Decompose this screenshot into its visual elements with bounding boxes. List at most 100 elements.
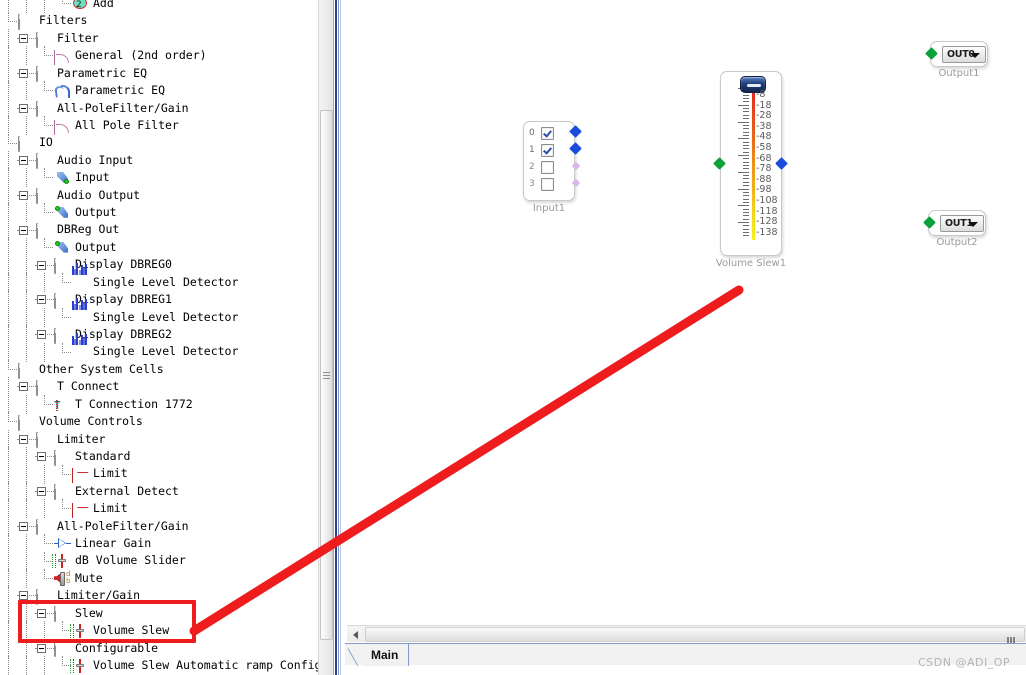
tree-expander-collapse[interactable] xyxy=(35,448,54,465)
tree-item-io[interactable]: IO xyxy=(0,133,318,153)
input1-row-1[interactable]: 1 xyxy=(524,143,574,160)
tree-guide xyxy=(0,603,18,623)
tree-item-display-dbreg1[interactable]: Display DBREG1 xyxy=(0,290,318,310)
tree-expander-collapse[interactable] xyxy=(17,222,36,239)
volume-slew-scale-label: -78 xyxy=(756,163,772,175)
tree-expander-collapse[interactable] xyxy=(17,65,36,82)
tree-item-mute[interactable]: d b Mute xyxy=(0,569,318,589)
tree-item-single-level-detector[interactable]: Single Level Detector xyxy=(0,263,318,292)
input1-checkbox[interactable] xyxy=(541,144,554,157)
tree-item-filter[interactable]: Filter xyxy=(0,29,318,49)
tree-item-all-polefilter-gain[interactable]: All-PoleFilter/Gain xyxy=(0,98,318,118)
tree-guide xyxy=(0,255,18,275)
tree-guide xyxy=(0,638,18,658)
tree-item-output[interactable]: Output xyxy=(0,203,318,223)
tree-item-db-volume-slider[interactable]: dB Volume Slider xyxy=(0,551,318,571)
input1-row-0[interactable]: 0 xyxy=(524,126,574,143)
tree-expander-collapse[interactable] xyxy=(17,30,36,47)
pane-splitter[interactable] xyxy=(333,0,345,675)
tree-guide xyxy=(0,342,18,362)
tree-guide xyxy=(18,238,36,258)
tree-item-standard[interactable]: Standard xyxy=(0,447,318,467)
tree-item-dbreg-out[interactable]: DBReg Out xyxy=(0,220,318,240)
t-connect-icon: T xyxy=(54,399,61,413)
canvas-hscroll-thumb[interactable] xyxy=(365,627,1025,645)
tree-guide xyxy=(0,621,18,641)
tree-item-filters[interactable]: Filters xyxy=(0,11,318,31)
tree-guide xyxy=(0,656,18,675)
tree-item-display-dbreg2[interactable]: Display DBREG2 xyxy=(0,325,318,345)
tree-item-single-level-detector[interactable]: Single Level Detector xyxy=(0,333,318,362)
tree-item-output[interactable]: Output xyxy=(0,238,318,258)
input1-checkbox[interactable] xyxy=(541,178,554,191)
tree-guide xyxy=(0,98,18,118)
tree-item-label: All-PoleFilter/Gain xyxy=(57,518,189,533)
splitter-line-2 xyxy=(335,0,337,675)
tree-elbow xyxy=(54,307,72,326)
tree-item-parametric-eq[interactable]: Parametric EQ xyxy=(0,81,318,101)
tree-item-single-level-detector[interactable]: Single Level Detector xyxy=(0,298,318,327)
node-volume-slew1[interactable]: -8 -18 -28 -38 -48 -58 -68 -78 -88 -98 -108 -118 -12… xyxy=(720,71,782,256)
folder-icon xyxy=(54,449,72,466)
input1-row-2[interactable]: 2 xyxy=(524,160,574,177)
tree-expander-collapse[interactable] xyxy=(35,257,54,274)
volume-slew-scale-label: -18 xyxy=(756,99,772,111)
cell-library-tree-pane[interactable]: 2 Add Filters Filter General (2nd order) Para… xyxy=(0,0,318,675)
tree-item-audio-output[interactable]: Audio Output xyxy=(0,185,318,205)
schematic-canvas[interactable]: 0 1 2 3 Input1 -8 -18 -28 -38 -48 -58 -68 -78 -88 -9… xyxy=(345,0,1026,675)
volume-slew-scale-label: -118 xyxy=(756,205,778,217)
node-input1[interactable]: 0 1 2 3 xyxy=(523,121,575,201)
tree-item-parametric-eq[interactable]: Parametric EQ xyxy=(0,63,318,83)
canvas-horizontal-scrollbar[interactable] xyxy=(347,625,1026,645)
tree-item-t-connection-1772[interactable]: T T Connection 1772 xyxy=(0,394,318,414)
tree-expander-collapse[interactable] xyxy=(17,152,36,169)
tree-expander-collapse[interactable] xyxy=(17,378,36,395)
folder-icon xyxy=(54,327,72,344)
tree-expander-collapse[interactable] xyxy=(17,431,36,448)
output-arrow-icon xyxy=(54,205,72,220)
tree-item-all-polefilter-gain[interactable]: All-PoleFilter/Gain xyxy=(0,516,318,536)
tree-item-other-system-cells[interactable]: Other System Cells xyxy=(0,360,318,379)
tree-item-linear-gain[interactable]: Linear Gain xyxy=(0,534,318,554)
input1-row-3[interactable]: 3 xyxy=(524,177,574,194)
tree-item-audio-input[interactable]: Audio Input xyxy=(0,150,318,170)
node-output1[interactable]: OUT0 xyxy=(930,41,988,67)
tree-expander-collapse[interactable] xyxy=(35,326,54,343)
tree-elbow xyxy=(0,11,18,30)
tree-item-all-pole-filter[interactable]: All Pole Filter xyxy=(0,116,318,136)
output2-channel-select[interactable]: OUT1 xyxy=(940,215,984,232)
tree-guide xyxy=(18,290,36,310)
scroll-left-arrow-icon[interactable] xyxy=(347,626,364,643)
tab-main[interactable]: Main xyxy=(363,644,410,666)
tree-vertical-scrollbar[interactable] xyxy=(318,0,333,675)
node-output2[interactable]: OUT1 xyxy=(928,210,986,236)
tree-item-label: All Pole Filter xyxy=(75,117,179,132)
tree-expander-collapse[interactable] xyxy=(35,291,54,308)
volume-slew-track[interactable] xyxy=(752,85,755,240)
tree-item-label: Add xyxy=(93,0,114,10)
tree-expander-collapse[interactable] xyxy=(17,518,36,535)
input1-checkbox[interactable] xyxy=(541,127,554,140)
level-bars-icon xyxy=(72,263,90,289)
tree-item-limiter[interactable]: Limiter xyxy=(0,429,318,449)
splitter-line-4 xyxy=(340,0,341,675)
tree-item-label: T Connection 1772 xyxy=(75,396,193,411)
tree-item-general-2nd-order[interactable]: General (2nd order) xyxy=(0,46,318,66)
tree-expander-collapse[interactable] xyxy=(17,100,36,117)
tree-item-limit[interactable]: Limit xyxy=(0,499,318,519)
chevron-down-icon[interactable] xyxy=(968,222,978,227)
tree-item-external-detect[interactable]: External Detect xyxy=(0,481,318,501)
tree-item-input[interactable]: Input xyxy=(0,168,318,188)
tree-item-volume-slew-automatic-ramp-config[interactable]: Volume Slew Automatic ramp Config xyxy=(0,656,318,675)
tree-expander-collapse[interactable] xyxy=(35,483,54,500)
output1-channel-select[interactable]: OUT0 xyxy=(942,46,986,63)
tree-item-limit[interactable]: Limit xyxy=(0,464,318,484)
tree-expander-collapse[interactable] xyxy=(17,187,36,204)
tree-item-display-dbreg0[interactable]: Display DBREG0 xyxy=(0,255,318,275)
input1-checkbox[interactable] xyxy=(541,161,554,174)
chevron-down-icon[interactable] xyxy=(970,53,980,58)
tree-item-t-connect[interactable]: T Connect xyxy=(0,377,318,397)
tree-item-add[interactable]: 2 Add xyxy=(0,0,318,14)
tree-item-volume-controls[interactable]: Volume Controls xyxy=(0,412,318,431)
tree-item-label: Display DBREG2 xyxy=(75,326,172,341)
